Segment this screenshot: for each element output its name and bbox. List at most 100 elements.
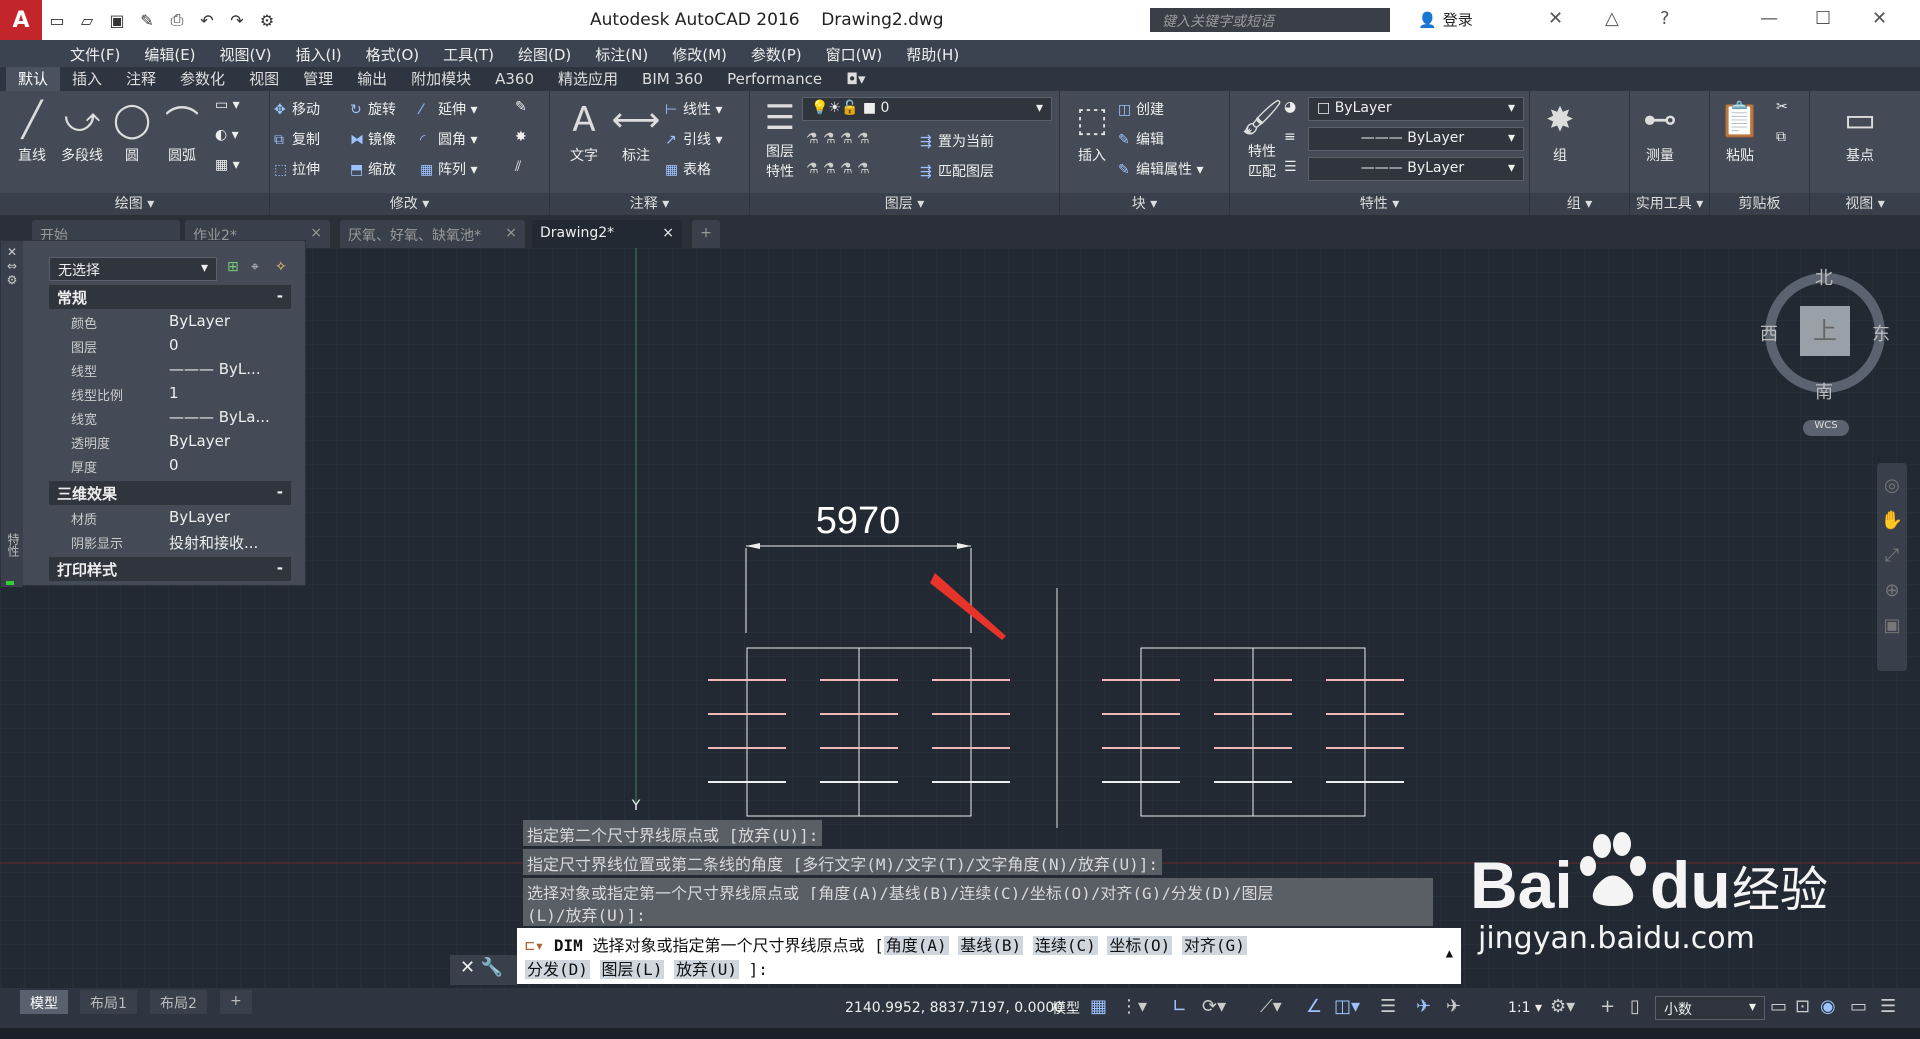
viewcube-west[interactable]: 西: [1760, 320, 1778, 346]
boundary-icon[interactable]: ▦ ▾: [215, 157, 240, 173]
array-button[interactable]: ▦ 阵列 ▾: [420, 159, 477, 179]
ribbon-tab[interactable]: Performance: [715, 67, 834, 91]
new-icon[interactable]: ▭: [44, 7, 70, 33]
edit-attributes-button[interactable]: ✎ 编辑属性 ▾: [1118, 159, 1203, 179]
offset-icon[interactable]: ⫽: [515, 159, 521, 175]
osnap-icon[interactable]: ◫▾: [1334, 996, 1360, 1017]
command-recent-icon[interactable]: ⊏▾: [525, 936, 544, 955]
linetype-dropdown[interactable]: ——— ByLayer ▾: [1308, 127, 1524, 151]
selection-dropdown[interactable]: 无选择 ▾: [49, 257, 217, 281]
lineweight-toggle-icon[interactable]: ☰: [1380, 996, 1396, 1017]
group-button[interactable]: ✸ 组: [1530, 95, 1590, 165]
clean-screen-icon[interactable]: ▭: [1850, 996, 1867, 1017]
command-option[interactable]: 对齐(G): [1181, 936, 1247, 955]
close-icon[interactable]: ✕: [1, 245, 23, 259]
login-button[interactable]: 👤 登录: [1418, 9, 1473, 30]
property-row[interactable]: 颜色 ByLayer: [49, 311, 289, 333]
command-option[interactable]: 基线(B): [958, 936, 1024, 955]
plot-icon[interactable]: ⎙: [164, 7, 190, 33]
property-value[interactable]: 0: [169, 336, 179, 354]
menu-item[interactable]: 格式(O): [354, 44, 432, 65]
showmotion-icon[interactable]: ▣: [1877, 615, 1907, 636]
lineweight-icon[interactable]: ≡: [1284, 129, 1296, 145]
section-3d-effects[interactable]: 三维效果 -: [49, 481, 291, 505]
insert-button[interactable]: ⬚ 插入: [1062, 95, 1122, 165]
ribbon-tab[interactable]: 输出: [345, 67, 399, 91]
command-input[interactable]: ⊏▾ DIM 选择对象或指定第一个尺寸界线原点或 [角度(A) 基线(B) 连续…: [517, 928, 1461, 984]
command-option[interactable]: 坐标(O): [1107, 936, 1173, 955]
linear-button[interactable]: ⊢ 线性 ▾: [665, 99, 722, 119]
edit-block-button[interactable]: ✎ 编辑: [1118, 129, 1164, 149]
menu-item[interactable]: 编辑(E): [132, 44, 207, 65]
linetype-icon[interactable]: ☰: [1284, 159, 1297, 175]
lineweight-dropdown[interactable]: ——— ByLayer ▾: [1308, 157, 1524, 181]
property-row[interactable]: 线型比例 1: [49, 383, 289, 405]
autoscale-icon[interactable]: ✈: [1446, 996, 1461, 1017]
rotate-button[interactable]: ↻ 旋转: [350, 99, 396, 119]
menu-item[interactable]: 工具(T): [431, 44, 506, 65]
copy-clip-icon[interactable]: ⧉: [1776, 129, 1786, 145]
coordinates-readout[interactable]: 2140.9952, 8837.7197, 0.0000: [845, 1000, 1063, 1016]
autohide-icon[interactable]: ⇔: [1, 259, 23, 273]
ribbon-tab[interactable]: 插入: [60, 67, 114, 91]
property-value[interactable]: 0: [169, 456, 179, 474]
scale-button[interactable]: ⬒ 缩放: [350, 159, 396, 179]
wcs-menu[interactable]: WCS: [1803, 420, 1849, 436]
cut-icon[interactable]: ✂: [1776, 99, 1788, 115]
copy-button[interactable]: ⧉ 复制: [274, 129, 320, 149]
paste-button[interactable]: 📋 粘贴: [1710, 95, 1770, 165]
close-icon[interactable]: ×: [505, 225, 517, 241]
redo-icon[interactable]: ↷: [224, 7, 250, 33]
workspace-icon[interactable]: ⚙: [254, 7, 280, 33]
command-option[interactable]: 放弃(U): [674, 960, 739, 979]
hardware-acceleration-icon[interactable]: ◉: [1820, 996, 1836, 1017]
match-layer-button[interactable]: ⇶ 匹配图层: [920, 161, 994, 181]
ribbon-tab[interactable]: 精选应用: [546, 67, 630, 91]
color-dropdown[interactable]: □ ByLayer ▾: [1308, 97, 1524, 121]
property-value[interactable]: ByLayer: [169, 312, 230, 330]
ribbon-tab[interactable]: 注释: [114, 67, 168, 91]
menu-item[interactable]: 绘图(D): [506, 44, 583, 65]
property-row[interactable]: 阴影显示 投射和接收...: [49, 531, 289, 553]
customize-icon[interactable]: 🔧: [481, 957, 503, 978]
new-tab-button[interactable]: +: [692, 220, 720, 248]
erase-icon[interactable]: ✎: [515, 99, 527, 115]
match-properties-button[interactable]: 🖌 特性 匹配: [1232, 95, 1292, 181]
menu-item[interactable]: 修改(M): [660, 44, 739, 65]
layer-tools-row1[interactable]: ⚗ ⚗ ⚗ ⚗: [806, 131, 870, 147]
property-value[interactable]: ——— ByLa...: [169, 408, 270, 426]
mirror-button[interactable]: ⧓ 镜像: [350, 129, 396, 149]
ribbon-tab[interactable]: A360: [483, 67, 546, 91]
property-row[interactable]: 线宽 ——— ByLa...: [49, 407, 289, 429]
quick-properties-icon[interactable]: ▭: [1770, 996, 1787, 1017]
layer-properties-button[interactable]: ☰ 图层 特性: [750, 95, 810, 181]
ribbon-tab[interactable]: 参数化: [168, 67, 237, 91]
select-objects-icon[interactable]: ⌖: [251, 259, 259, 275]
color-wheel-icon[interactable]: ◕: [1284, 99, 1296, 115]
annotation-visibility-icon[interactable]: ✈: [1416, 996, 1431, 1017]
lock-ui-icon[interactable]: ⊡: [1795, 996, 1810, 1017]
steering-wheel-icon[interactable]: ◎: [1877, 475, 1907, 496]
menu-item[interactable]: 插入(I): [284, 44, 354, 65]
property-value[interactable]: ByLayer: [169, 508, 230, 526]
property-value[interactable]: 1: [169, 384, 179, 402]
layout-tab-layout2[interactable]: 布局2: [150, 990, 207, 1014]
section-plot-style[interactable]: 打印样式 -: [49, 557, 291, 581]
minimize-icon[interactable]: —: [1760, 8, 1778, 29]
leader-button[interactable]: ↗ 引线 ▾: [665, 129, 722, 149]
menu-item[interactable]: 标注(N): [583, 44, 660, 65]
layers-panel-title[interactable]: 图层 ▾: [750, 193, 1059, 215]
menu-item[interactable]: 文件(F): [58, 44, 132, 65]
annotation-panel-title[interactable]: 注释 ▾: [550, 193, 749, 215]
property-value[interactable]: 投射和接收...: [169, 532, 258, 553]
ribbon-tab[interactable]: 管理: [291, 67, 345, 91]
measure-button[interactable]: ⊷ 测量: [1630, 95, 1690, 165]
isolate-icon[interactable]: ▯: [1630, 996, 1640, 1017]
command-option[interactable]: 分发(D): [525, 960, 590, 979]
draw-panel-title[interactable]: 绘图 ▾: [0, 193, 269, 215]
dimension-button[interactable]: ⟷ 标注: [606, 95, 666, 165]
doc-tab-tanks[interactable]: 厌氧、好氧、缺氧池* ×: [340, 220, 525, 248]
viewcube-east[interactable]: 东: [1872, 320, 1890, 346]
viewcube-north[interactable]: 北: [1815, 264, 1833, 290]
osnap-tracking-icon[interactable]: ∠: [1306, 996, 1322, 1017]
